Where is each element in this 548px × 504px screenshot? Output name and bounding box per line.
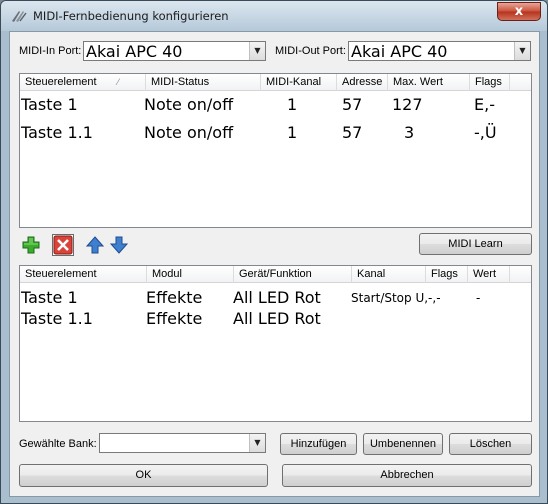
controls-table-header: Steuerelement ⁄ MIDI-Status MIDI-Kanal A… — [20, 74, 531, 91]
column-header-steuerelement[interactable]: Steuerelement — [20, 266, 147, 283]
ok-button[interactable]: OK — [19, 464, 268, 487]
cell-channel: 1 — [287, 95, 298, 114]
functions-table-header: Steuerelement Modul Gerät/Funktion Kanal… — [20, 266, 531, 283]
cell-value: - — [476, 291, 481, 305]
column-header-midi-status[interactable]: MIDI-Status — [146, 74, 261, 91]
cell-element: Taste 1 — [21, 288, 78, 307]
add-bank-button[interactable]: Hinzufügen — [280, 433, 357, 455]
chevron-down-icon[interactable]: ▼ — [514, 42, 530, 60]
cell-function: All LED Rot — [233, 309, 321, 328]
cell-address: 57 — [342, 95, 363, 114]
arrow-up-icon — [85, 236, 105, 254]
delete-control-button[interactable] — [52, 234, 74, 256]
cell-module: Effekte — [146, 309, 203, 328]
move-down-button[interactable] — [108, 234, 130, 256]
dialog-client-area: MIDI-In Port: Akai APC 40 ▼ MIDI-Out Por… — [9, 31, 540, 497]
arrow-down-icon — [109, 236, 129, 254]
app-icon — [12, 11, 27, 22]
rename-bank-button[interactable]: Umbenennen — [363, 433, 443, 455]
midi-out-select[interactable]: Akai APC 40 ▼ — [348, 41, 531, 61]
midi-in-select[interactable]: Akai APC 40 ▼ — [83, 41, 266, 61]
move-up-button[interactable] — [84, 234, 106, 256]
dialog-window: MIDI-Fernbedienung konfigurieren x MIDI-… — [0, 0, 548, 504]
add-control-button[interactable] — [20, 234, 42, 256]
column-header-geraet-funktion[interactable]: Gerät/Funktion — [234, 266, 352, 283]
cell-module: Effekte — [146, 288, 203, 307]
delete-x-icon — [53, 235, 73, 255]
cell-status: Note on/off — [144, 95, 234, 114]
sort-indicator-icon: ⁄ — [117, 77, 119, 87]
cell-element: Taste 1.1 — [21, 123, 93, 142]
cell-address: 57 — [342, 123, 363, 142]
cell-flags: -,Ü — [474, 123, 497, 142]
title-bar[interactable]: MIDI-Fernbedienung konfigurieren x — [1, 1, 547, 31]
column-header-flags[interactable]: Flags — [470, 74, 510, 91]
bank-select[interactable]: ▼ — [99, 433, 266, 453]
midi-out-value: Akai APC 40 — [351, 42, 448, 61]
cell-channel: 1 — [287, 123, 298, 142]
cell-channel: Start/Stop U,-,- — [351, 291, 441, 305]
midi-in-value: Akai APC 40 — [86, 42, 183, 61]
close-button[interactable]: x — [497, 2, 541, 21]
column-header-steuerelement[interactable]: Steuerelement ⁄ — [20, 74, 146, 91]
cancel-button[interactable]: Abbrechen — [282, 464, 532, 487]
column-header-wert[interactable]: Wert — [468, 266, 510, 283]
midi-out-label: MIDI-Out Port: — [275, 45, 346, 57]
cell-max: 3 — [404, 123, 415, 142]
column-header-kanal[interactable]: Kanal — [352, 266, 426, 283]
chevron-down-icon[interactable]: ▼ — [249, 434, 265, 452]
cell-element: Taste 1.1 — [21, 309, 93, 328]
window-title: MIDI-Fernbedienung konfigurieren — [33, 9, 229, 23]
cell-function: All LED Rot — [233, 288, 321, 307]
plus-icon — [22, 236, 40, 254]
controls-table[interactable]: Steuerelement ⁄ MIDI-Status MIDI-Kanal A… — [19, 73, 532, 228]
bank-label: Gewählte Bank: — [19, 438, 97, 450]
midi-learn-button[interactable]: MIDI Learn — [419, 233, 532, 255]
cell-max: 127 — [392, 95, 423, 114]
delete-bank-button[interactable]: Löschen — [449, 433, 532, 455]
close-icon: x — [514, 4, 524, 19]
column-header-max-wert[interactable]: Max. Wert — [388, 74, 470, 91]
column-header-midi-kanal[interactable]: MIDI-Kanal — [261, 74, 337, 91]
column-header-adresse[interactable]: Adresse — [337, 74, 388, 91]
cell-flags: E,- — [474, 95, 495, 114]
chevron-down-icon[interactable]: ▼ — [249, 42, 265, 60]
cell-element: Taste 1 — [21, 95, 78, 114]
midi-in-label: MIDI-In Port: — [19, 45, 82, 57]
functions-table[interactable]: Steuerelement Modul Gerät/Funktion Kanal… — [19, 265, 532, 422]
column-header-flags[interactable]: Flags — [426, 266, 468, 283]
column-header-modul[interactable]: Modul — [147, 266, 234, 283]
cell-status: Note on/off — [144, 123, 234, 142]
